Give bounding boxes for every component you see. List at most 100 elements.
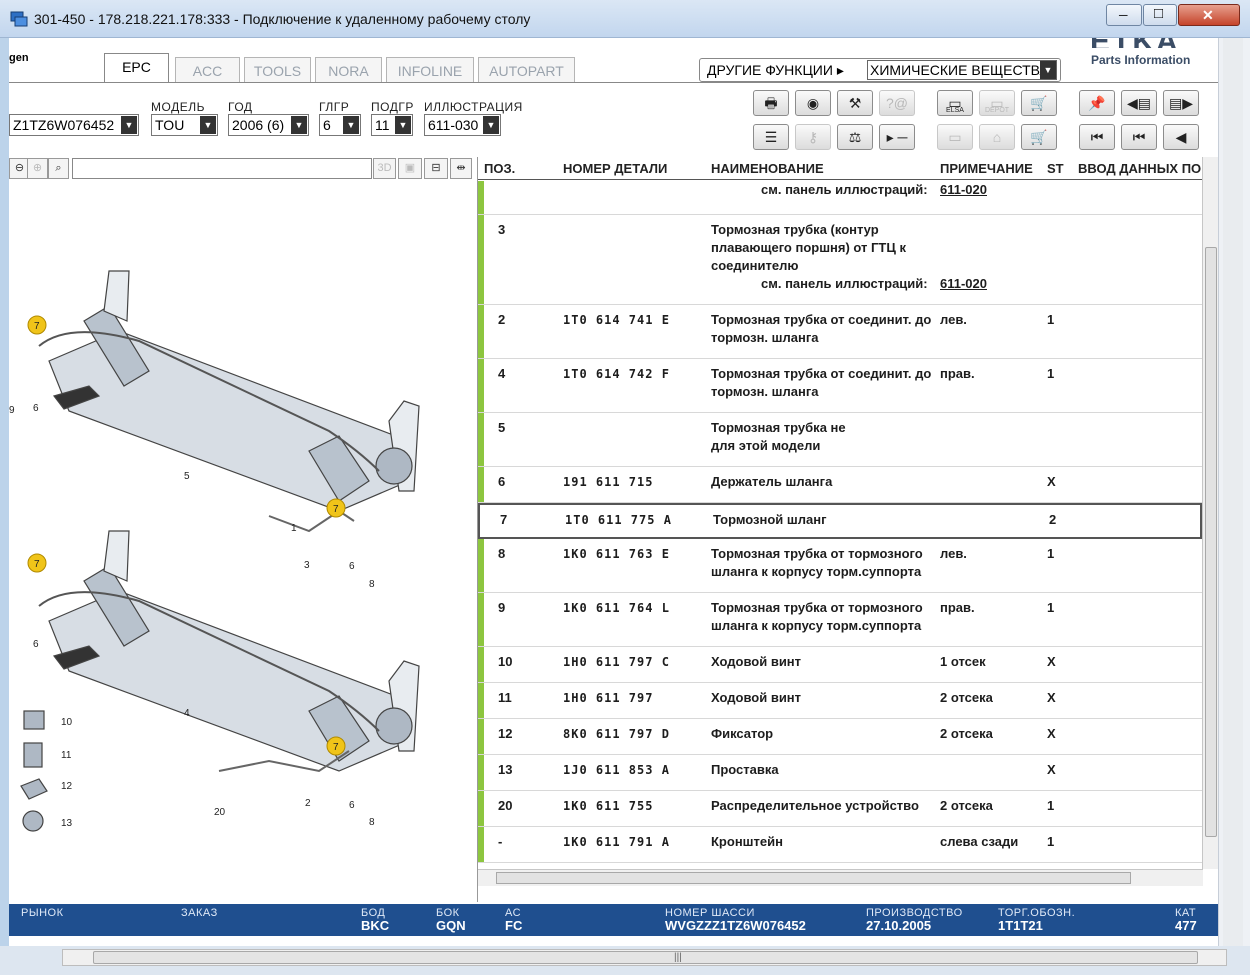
other-functions-select[interactable]: ХИМИЧЕСКИЕ ВЕЩЕСТВА xyxy=(867,60,1057,80)
cat-value: 477 xyxy=(1175,918,1197,933)
svg-text:6: 6 xyxy=(349,800,355,811)
col-name[interactable]: НАИМЕНОВАНИЕ xyxy=(711,161,824,176)
col-note[interactable]: ПРИМЕЧАНИЕ xyxy=(940,161,1033,176)
cart-button[interactable]: 🛒 xyxy=(1021,124,1057,150)
ref-link[interactable]: 611-020 xyxy=(940,275,987,293)
chevron-down-icon[interactable]: ▼ xyxy=(121,116,137,134)
rear-axle-illustration[interactable]: 7 7 7 7 9 6 5 1 3 6 8 6 4 20 2 6 8 10 11… xyxy=(9,181,474,901)
tab-epc[interactable]: EPC xyxy=(104,53,169,83)
table-row[interactable]: 5 Тормозная трубка не для этой модели xyxy=(478,413,1202,467)
tab-acc[interactable]: ACC xyxy=(175,57,240,83)
first-button[interactable]: ⏮ xyxy=(1079,124,1115,150)
elsa-button[interactable]: ▭ ELSA xyxy=(937,90,973,116)
tab-autopart[interactable]: AUTOPART xyxy=(478,57,575,83)
tab-tools[interactable]: TOOLS xyxy=(244,57,311,83)
prev-button[interactable]: ◀ xyxy=(1163,124,1199,150)
svg-text:13: 13 xyxy=(61,818,73,829)
handshake-button[interactable]: ⚒ xyxy=(837,90,873,116)
key-button[interactable]: ⚷ xyxy=(795,124,831,150)
table-row[interactable]: 12 8K0 611 797 D Фиксатор 2 отсека X xyxy=(478,719,1202,755)
main-group-select[interactable]: 6 ▼ xyxy=(319,114,361,136)
ref-link[interactable]: 611-020 xyxy=(940,181,987,199)
table-row-selected[interactable]: 7 1T0 611 775 A Тормозной шланг 2 xyxy=(478,503,1202,539)
table-row[interactable]: 3 Тормозная трубка (контур плавающего по… xyxy=(478,215,1202,305)
chevron-down-icon[interactable]: ▼ xyxy=(483,116,499,134)
handshake-icon: ⚒ xyxy=(848,95,862,111)
svg-text:7: 7 xyxy=(333,504,339,515)
model-select[interactable]: TOU ▼ xyxy=(151,114,218,136)
illustration-panel[interactable]: 7 7 7 7 9 6 5 1 3 6 8 6 4 20 2 6 8 10 11… xyxy=(9,181,474,901)
first-icon: ⏮ xyxy=(1090,129,1104,145)
table-row[interactable]: 4 1T0 614 742 F Тормозная трубка от соед… xyxy=(478,359,1202,413)
tab-nora[interactable]: NORA xyxy=(315,57,382,83)
maximize-button[interactable]: □ xyxy=(1143,4,1177,26)
depot-button[interactable]: ▭ DEPOT xyxy=(979,90,1015,116)
triangle-left-icon: ◀ xyxy=(1175,129,1187,145)
table-vertical-scrollbar[interactable] xyxy=(1202,157,1218,869)
previous-page-button[interactable]: ◀▤ xyxy=(1121,90,1157,116)
production-value: 27.10.2005 xyxy=(866,918,932,933)
print-button[interactable]: 🖶 xyxy=(753,90,789,116)
search-icon[interactable]: ⌕ xyxy=(48,158,69,179)
pin-button[interactable]: 📌 xyxy=(1079,90,1115,116)
next-page-button[interactable]: ▤▶ xyxy=(1163,90,1199,116)
chevron-down-icon[interactable]: ▼ xyxy=(395,116,411,134)
table-row[interactable]: 6 191 611 715 Держатель шланга X xyxy=(478,467,1202,503)
illustration-select[interactable]: 611-030 ▼ xyxy=(424,114,501,136)
zoom-area-icon[interactable]: ⊕ xyxy=(27,158,48,179)
layout-icon[interactable]: ▣ xyxy=(398,158,422,179)
year-select[interactable]: 2006 (6) ▼ xyxy=(228,114,309,136)
table-row[interactable]: - 1K0 611 791 A Кронштейн слева сзади 1 xyxy=(478,827,1202,863)
skip-back-icon: ⏮ xyxy=(1132,129,1146,145)
svg-text:6: 6 xyxy=(33,639,39,650)
expand-icon[interactable]: ⇹ xyxy=(450,158,472,179)
cart-icon: 🛒 xyxy=(1030,129,1048,145)
table-row[interactable]: 20 1K0 611 755 Распределительное устройс… xyxy=(478,791,1202,827)
chevron-down-icon[interactable]: ▼ xyxy=(291,116,307,134)
window-vertical-scrollbar[interactable] xyxy=(1218,38,1250,963)
col-part-number[interactable]: НОМЕР ДЕТАЛИ xyxy=(563,161,667,176)
monitor-button[interactable]: ▭ xyxy=(937,124,973,150)
scroll-thumb[interactable]: ||| xyxy=(93,951,1198,964)
table-row[interactable]: 10 1H0 611 797 C Ходовой винт 1 отсек X xyxy=(478,647,1202,683)
illustration-search-input[interactable] xyxy=(72,158,372,179)
chevron-down-icon[interactable]: ▼ xyxy=(343,116,359,134)
vin-field[interactable]: Z1TZ6W076452 ▼ xyxy=(9,114,139,136)
list-button[interactable]: ☰ xyxy=(753,124,789,150)
sub-group-label: ПОДГР xyxy=(371,100,414,114)
table-row[interactable]: 8 1K0 611 763 E Тормозная трубка от торм… xyxy=(478,539,1202,593)
col-st[interactable]: ST xyxy=(1047,161,1064,176)
cart-transfer-button[interactable]: 🛒 xyxy=(1021,90,1057,116)
chevron-down-icon[interactable]: ▼ xyxy=(200,116,216,134)
disc-button[interactable]: ◉ xyxy=(795,90,831,116)
col-pos[interactable]: ПОЗ. xyxy=(484,161,515,176)
help-button[interactable]: ?@ xyxy=(879,90,915,116)
table-horizontal-scrollbar[interactable] xyxy=(478,869,1203,886)
back-button[interactable]: ⏮ xyxy=(1121,124,1157,150)
window-horizontal-scrollbar[interactable]: ||| xyxy=(62,949,1227,966)
table-row[interactable]: см. панель иллюстраций: 611-020 xyxy=(478,181,1202,215)
split-view-icon[interactable]: ⊟ xyxy=(424,158,448,179)
sub-group-select[interactable]: 11 ▼ xyxy=(371,114,413,136)
row-part-number: 1K0 611 764 L xyxy=(563,601,670,615)
row-part-number: 1H0 611 797 xyxy=(563,691,654,705)
year-label: ГОД xyxy=(228,100,253,114)
scroll-thumb[interactable] xyxy=(496,872,1131,884)
other-functions[interactable]: ДРУГИЕ ФУНКЦИИ ▸ ХИМИЧЕСКИЕ ВЕЩЕСТВА ▼ xyxy=(699,58,1061,82)
col-input[interactable]: ВВОД ДАННЫХ ПО xyxy=(1078,161,1201,176)
minimize-button[interactable]: ─ xyxy=(1106,4,1142,26)
table-row[interactable]: 2 1T0 614 741 E Тормозная трубка от соед… xyxy=(478,305,1202,359)
dealer-button[interactable]: ⌂ xyxy=(979,124,1015,150)
table-row[interactable]: 13 1J0 611 853 A Проставка X xyxy=(478,755,1202,791)
brand-partial: gen xyxy=(9,52,29,64)
3d-button[interactable]: 3D xyxy=(373,158,396,179)
tab-infoline[interactable]: INFOLINE xyxy=(386,57,474,83)
table-row[interactable]: 9 1K0 611 764 L Тормозная трубка от торм… xyxy=(478,593,1202,647)
scroll-thumb[interactable] xyxy=(1205,247,1217,837)
chevron-down-icon[interactable]: ▼ xyxy=(1040,61,1056,79)
row-st: 1 xyxy=(1047,312,1055,327)
collapse-button[interactable]: ▸ ─ xyxy=(879,124,915,150)
table-row[interactable]: 11 1H0 611 797 Ходовой винт 2 отсека X xyxy=(478,683,1202,719)
close-button[interactable]: ✕ xyxy=(1178,4,1240,26)
scale-button[interactable]: ⚖ xyxy=(837,124,873,150)
